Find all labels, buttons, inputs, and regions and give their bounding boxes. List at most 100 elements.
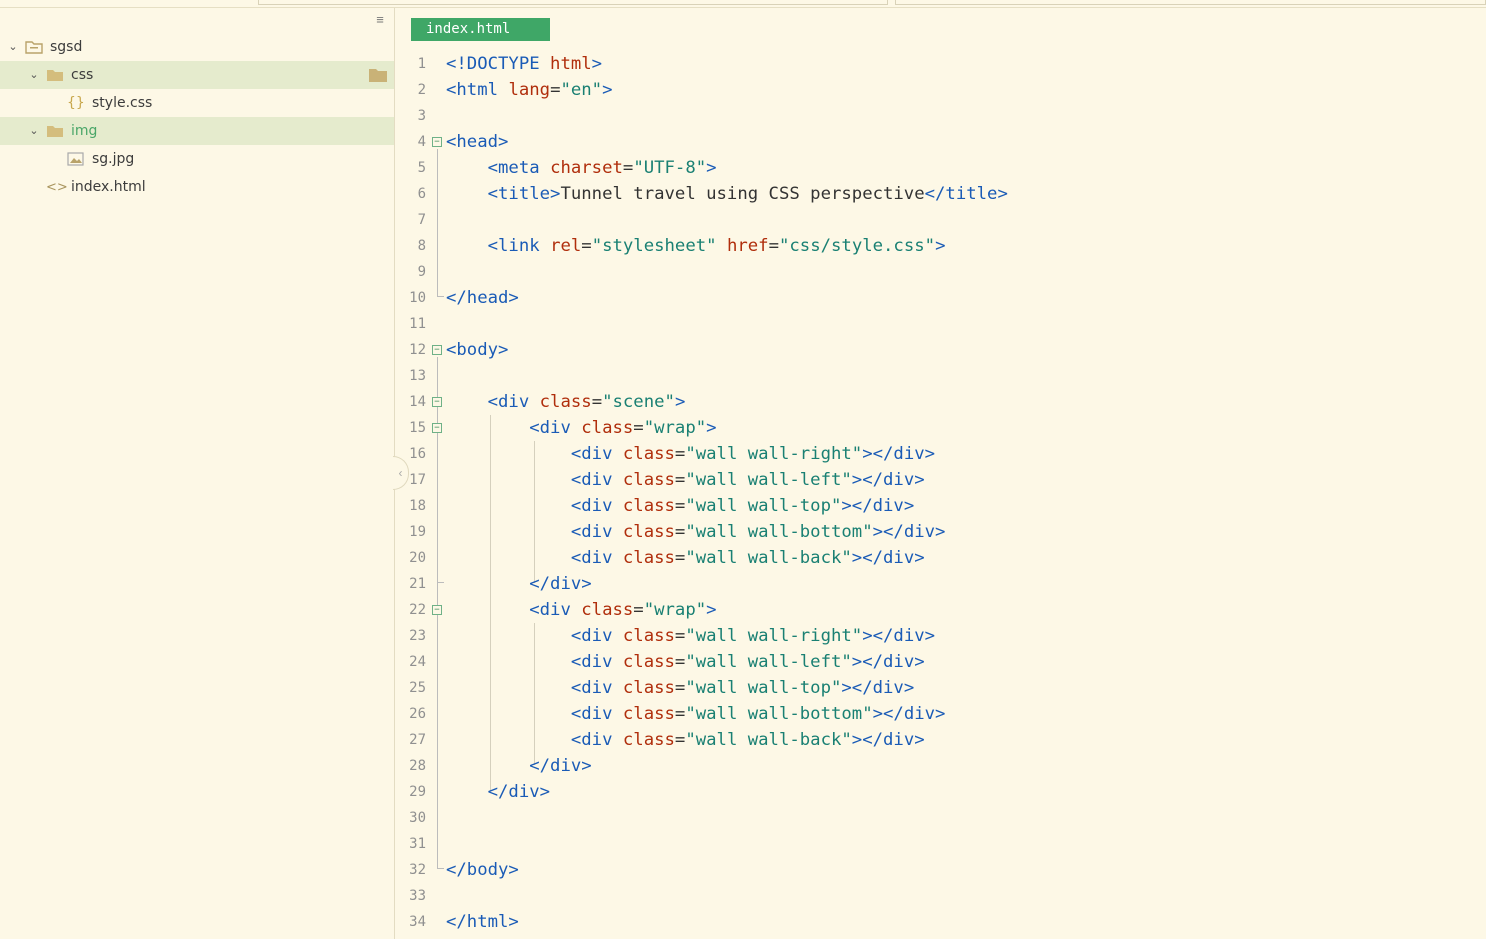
line-number: 5 bbox=[417, 160, 426, 176]
code-line[interactable]: 24 <div class="wall wall-left"></div> bbox=[396, 649, 1486, 675]
code-text: <link rel="stylesheet" href="css/style.c… bbox=[446, 233, 946, 259]
line-number: 18 bbox=[409, 498, 426, 514]
code-line[interactable]: 25 <div class="wall wall-top"></div> bbox=[396, 675, 1486, 701]
code-token: "wall wall-right" bbox=[685, 444, 863, 464]
code-line[interactable]: 21 </div> bbox=[396, 571, 1486, 597]
code-line[interactable]: 30 bbox=[396, 805, 1486, 831]
code-line[interactable]: 29 </div> bbox=[396, 779, 1486, 805]
tree-item-style-css[interactable]: {} style.css bbox=[0, 89, 394, 117]
code-text: <div class="wall wall-top"></div> bbox=[446, 675, 914, 701]
code-token: <div bbox=[487, 392, 540, 412]
code-line[interactable]: 13 bbox=[396, 363, 1486, 389]
code-line[interactable]: 23 <div class="wall wall-right"></div> bbox=[396, 623, 1486, 649]
line-number: 21 bbox=[409, 576, 426, 592]
open-folder-icon[interactable] bbox=[368, 67, 388, 83]
code-token: class bbox=[622, 678, 675, 698]
fold-toggle-icon[interactable]: − bbox=[432, 137, 442, 147]
line-number: 14 bbox=[409, 394, 426, 410]
code-token: "wall wall-top" bbox=[685, 678, 842, 698]
code-text: <title>Tunnel travel using CSS perspecti… bbox=[446, 181, 1008, 207]
fold-toggle-icon[interactable]: − bbox=[432, 345, 442, 355]
file-explorer-sidebar: ≡ ⌄ sgsd ⌄ css {} style.css ⌄ img sg.jpg… bbox=[0, 8, 395, 939]
code-line[interactable]: 27 <div class="wall wall-back"></div> bbox=[396, 727, 1486, 753]
code-line[interactable]: 19 <div class="wall wall-bottom"></div> bbox=[396, 519, 1486, 545]
code-line[interactable]: 26 <div class="wall wall-bottom"></div> bbox=[396, 701, 1486, 727]
line-number: 2 bbox=[417, 82, 426, 98]
chevron-down-icon[interactable]: ⌄ bbox=[7, 41, 19, 53]
code-line[interactable]: 6 <title>Tunnel travel using CSS perspec… bbox=[396, 181, 1486, 207]
code-editor[interactable]: 1 <!DOCTYPE html> 2 <html lang="en"> 3 4− <hea… bbox=[396, 51, 1486, 939]
code-token: "wall wall-bottom" bbox=[685, 704, 873, 724]
fold-toggle-icon[interactable]: − bbox=[432, 605, 442, 615]
code-line[interactable]: 4− <head> bbox=[396, 129, 1486, 155]
hamburger-menu-icon[interactable]: ≡ bbox=[372, 13, 388, 27]
code-line[interactable]: 5 <meta charset="UTF-8"> bbox=[396, 155, 1486, 181]
code-text: <html lang="en"> bbox=[446, 77, 613, 103]
code-line[interactable]: 1 <!DOCTYPE html> bbox=[396, 51, 1486, 77]
code-line[interactable]: 31 bbox=[396, 831, 1486, 857]
code-line[interactable]: 33 bbox=[396, 883, 1486, 909]
code-text: <div class="wall wall-left"></div> bbox=[446, 649, 925, 675]
code-line[interactable]: 7 bbox=[396, 207, 1486, 233]
code-line[interactable]: 28 </div> bbox=[396, 753, 1486, 779]
chevron-down-icon[interactable]: ⌄ bbox=[28, 125, 40, 137]
line-number: 6 bbox=[417, 186, 426, 202]
code-token: ></div> bbox=[841, 678, 915, 698]
code-line[interactable]: 16 <div class="wall wall-right"></div> bbox=[396, 441, 1486, 467]
tree-item-img[interactable]: ⌄ img bbox=[0, 117, 394, 145]
code-line[interactable]: 3 bbox=[396, 103, 1486, 129]
code-line[interactable]: 10 </head> bbox=[396, 285, 1486, 311]
tree-item-css[interactable]: ⌄ css bbox=[0, 61, 394, 89]
tree-item-label: css bbox=[71, 67, 94, 83]
code-text: </body> bbox=[446, 857, 519, 883]
code-token: ></div> bbox=[851, 470, 925, 490]
code-token: = bbox=[674, 444, 686, 464]
code-token: <div bbox=[570, 522, 623, 542]
chevron-down-icon[interactable]: ⌄ bbox=[28, 69, 40, 81]
code-token: = bbox=[550, 80, 561, 100]
fold-toggle-icon[interactable]: − bbox=[432, 423, 442, 433]
code-token: > bbox=[674, 392, 686, 412]
code-token: "UTF-8" bbox=[633, 158, 707, 178]
line-number: 17 bbox=[409, 472, 426, 488]
line-number: 12 bbox=[409, 342, 426, 358]
line-number: 30 bbox=[409, 810, 426, 826]
code-text: <div class="wall wall-bottom"></div> bbox=[446, 701, 946, 727]
tree-item-index-html[interactable]: <> index.html bbox=[0, 173, 394, 201]
code-text: <div class="wall wall-top"></div> bbox=[446, 493, 914, 519]
code-line[interactable]: 17 <div class="wall wall-left"></div> bbox=[396, 467, 1486, 493]
code-text: </div> bbox=[446, 571, 591, 597]
code-line[interactable]: 22− <div class="wrap"> bbox=[396, 597, 1486, 623]
code-token: class bbox=[622, 652, 675, 672]
code-line[interactable]: 20 <div class="wall wall-back"></div> bbox=[396, 545, 1486, 571]
top-strip bbox=[0, 0, 1486, 8]
code-line[interactable]: 32 </body> bbox=[396, 857, 1486, 883]
code-line[interactable]: 34 </html> bbox=[396, 909, 1486, 935]
tree-item-sgsd[interactable]: ⌄ sgsd bbox=[0, 33, 394, 61]
code-line[interactable]: 2 <html lang="en"> bbox=[396, 77, 1486, 103]
code-text: </div> bbox=[446, 753, 591, 779]
code-line[interactable]: 9 bbox=[396, 259, 1486, 285]
fold-toggle-icon[interactable]: − bbox=[432, 397, 442, 407]
code-token: = bbox=[674, 626, 686, 646]
editor-tab-index-html[interactable]: index.html bbox=[411, 18, 550, 41]
code-line[interactable]: 18 <div class="wall wall-top"></div> bbox=[396, 493, 1486, 519]
code-token: class bbox=[622, 704, 675, 724]
tree-item-sg-jpg[interactable]: sg.jpg bbox=[0, 145, 394, 173]
code-token: > bbox=[706, 600, 717, 620]
code-token: <div bbox=[570, 678, 623, 698]
code-line[interactable]: 8 <link rel="stylesheet" href="css/style… bbox=[396, 233, 1486, 259]
code-text: <meta charset="UTF-8"> bbox=[446, 155, 717, 181]
code-token: ></div> bbox=[851, 548, 925, 568]
code-line[interactable]: 15− <div class="wrap"> bbox=[396, 415, 1486, 441]
code-line[interactable]: 14− <div class="scene"> bbox=[396, 389, 1486, 415]
code-line[interactable]: 12− <body> bbox=[396, 337, 1486, 363]
line-number: 26 bbox=[409, 706, 426, 722]
code-token: </title> bbox=[924, 184, 1008, 204]
code-line[interactable]: 11 bbox=[396, 311, 1486, 337]
line-number: 27 bbox=[409, 732, 426, 748]
